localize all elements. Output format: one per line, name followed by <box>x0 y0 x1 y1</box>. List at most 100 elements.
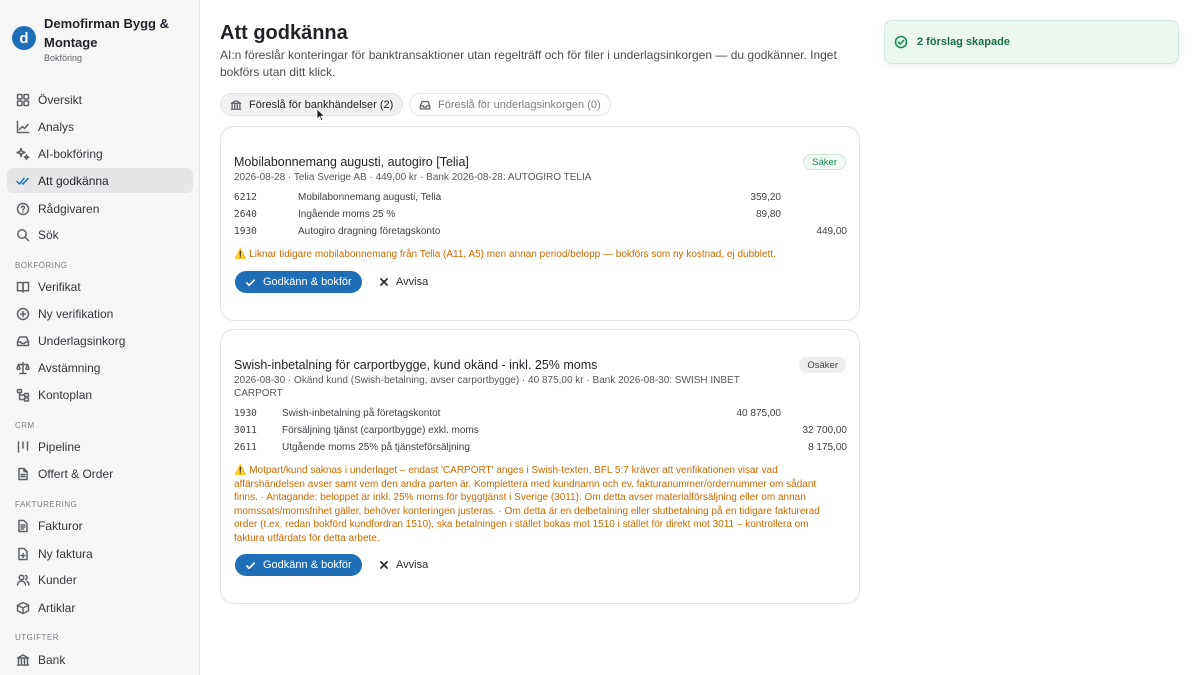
sidebar-item-label: Fakturor <box>38 518 83 533</box>
sidebar-item-label: Sök <box>38 227 59 242</box>
suggestion-card: Mobilabonnemang augusti, autogiro [Telia… <box>220 126 860 321</box>
grid-icon <box>16 93 30 107</box>
section-label-utgifter: UTGIFTER <box>15 633 59 642</box>
entry-row: 2640 Ingående moms 25 % 89,80 <box>234 207 847 224</box>
bank-icon <box>230 99 242 111</box>
close-icon <box>380 278 388 286</box>
section-label-crm: CRM <box>15 421 35 430</box>
sidebar-item-analys[interactable]: Analys <box>7 114 193 139</box>
entry-text: Autogiro dragning företagskonto <box>298 226 441 237</box>
approve-button[interactable]: Godkänn & bokför <box>235 554 362 576</box>
sidebar-item-label: Ny verifikation <box>38 306 114 321</box>
chat-help-icon <box>16 202 30 216</box>
bank-icon <box>16 653 30 667</box>
sidebar-item-label: Rådgivaren <box>38 201 100 216</box>
tab-bankhandelser[interactable]: Föreslå för bankhändelser (2) <box>220 93 404 116</box>
sidebar-item-artiklar[interactable]: Artiklar <box>7 595 193 620</box>
sidebar-item-label: Kontoplan <box>38 387 93 402</box>
debit-amount: 359,20 <box>750 192 781 203</box>
sidebar-item-underlagsinkorg[interactable]: Underlagsinkorg <box>7 328 193 353</box>
sidebar-item-pipeline[interactable]: Pipeline <box>7 434 193 459</box>
toast-message: 2 förslag skapade <box>917 36 1010 48</box>
sidebar-item-label: Offert & Order <box>38 466 114 481</box>
account-number: 2640 <box>234 209 257 220</box>
entry-text: Utgående moms 25% på tjänsteförsäljning <box>282 442 470 453</box>
check-icon <box>246 561 255 569</box>
entry-text: Swish-inbetalning på företagskontot <box>282 408 441 419</box>
tree-icon <box>16 388 30 402</box>
mouse-cursor-icon <box>316 108 326 122</box>
warning-text: ⚠️ Motpart/kund saknas i underlaget – en… <box>234 465 820 544</box>
sidebar-item-ny-faktura[interactable]: Ny faktura <box>7 541 193 566</box>
sidebar-item-radgivaren[interactable]: Rådgivaren <box>7 196 193 221</box>
sidebar-item-label: Avstämning <box>38 360 101 375</box>
entry-row: 1930 Autogiro dragning företagskonto 449… <box>234 224 847 241</box>
sidebar-item-label: Artiklar <box>38 600 76 615</box>
account-number: 3011 <box>234 425 257 436</box>
sidebar-item-label: Analys <box>38 119 75 134</box>
confidence-badge: Säker <box>803 154 846 170</box>
warning-text: ⚠️ Liknar tidigare mobilabonnemang från … <box>234 249 776 260</box>
document-icon <box>16 467 30 481</box>
confidence-badge: Osäker <box>799 357 846 373</box>
invoice-icon <box>16 519 30 533</box>
users-icon <box>16 573 30 587</box>
close-icon <box>380 561 388 569</box>
account-number: 2611 <box>234 442 257 453</box>
sidebar-item-fakturor[interactable]: Fakturor <box>7 513 193 538</box>
reject-label: Avvisa <box>396 559 429 571</box>
tab-label: Föreslå för underlagsinkorgen (0) <box>438 98 601 111</box>
credit-amount: 449,00 <box>816 226 847 237</box>
approve-label: Godkänn & bokför <box>263 559 352 571</box>
entry-row: 1930 Swish-inbetalning på företagskontot… <box>234 406 847 423</box>
inbox-icon <box>419 99 431 111</box>
sidebar-item-label: Verifikat <box>38 279 81 294</box>
sidebar-item-avstamning[interactable]: Avstämning <box>7 355 193 380</box>
search-icon <box>16 228 30 242</box>
credit-amount: 32 700,00 <box>802 425 848 436</box>
approve-button[interactable]: Godkänn & bokför <box>235 271 362 293</box>
company-logo: d <box>12 26 36 50</box>
sidebar-item-label: Underlagsinkorg <box>38 333 126 348</box>
sidebar-item-ai-bokforing[interactable]: AI-bokföring <box>7 141 193 166</box>
inbox-icon <box>16 334 30 348</box>
sidebar-item-bank[interactable]: Bank <box>7 647 193 672</box>
card-meta: 2026-08-30 · Okänd kund (Swish-betalning… <box>234 375 740 399</box>
sidebar-item-kontoplan[interactable]: Kontoplan <box>7 382 193 407</box>
account-number: 1930 <box>234 408 257 419</box>
entry-row: 2611 Utgående moms 25% på tjänsteförsälj… <box>234 440 847 457</box>
sidebar-item-offert-order[interactable]: Offert & Order <box>7 461 193 486</box>
account-number: 1930 <box>234 226 257 237</box>
sidebar-item-oversikt[interactable]: Översikt <box>7 87 193 112</box>
suggestion-card: Swish-inbetalning för carportbygge, kund… <box>220 329 860 604</box>
entry-row: 3011 Försäljning tjänst (carportbygge) e… <box>234 423 847 440</box>
entry-row: 6212 Mobilabonnemang augusti, Telia 359,… <box>234 190 847 207</box>
double-check-icon <box>16 174 30 188</box>
box-icon <box>16 601 30 615</box>
tab-underlagsinkorgen[interactable]: Föreslå för underlagsinkorgen (0) <box>409 93 611 116</box>
credit-amount: 8 175,00 <box>808 442 847 453</box>
sidebar-item-kunder[interactable]: Kunder <box>7 567 193 592</box>
sidebar-item-label: Kunder <box>38 572 77 587</box>
sparkle-icon <box>16 147 30 161</box>
chart-icon <box>16 120 30 134</box>
sidebar-item-ny-verifikation[interactable]: Ny verifikation <box>7 301 193 326</box>
sidebar-item-label: Att godkänna <box>38 173 109 188</box>
file-plus-icon <box>16 547 30 561</box>
card-meta: 2026-08-28 · Telia Sverige AB · 449,00 k… <box>234 172 592 183</box>
company-subtitle: Bokföring <box>44 53 83 63</box>
plus-circle-icon <box>16 307 30 321</box>
sidebar-item-label: AI-bokföring <box>38 146 103 161</box>
brand[interactable]: d Demofirman Bygg & Montage Bokföring <box>0 0 199 80</box>
sidebar-item-verifikat[interactable]: Verifikat <box>7 274 193 299</box>
sidebar-item-sok[interactable]: Sök <box>7 222 193 247</box>
reject-button[interactable]: Avvisa <box>379 554 428 576</box>
debit-amount: 89,80 <box>755 209 781 220</box>
entry-text: Mobilabonnemang augusti, Telia <box>298 192 442 203</box>
reject-label: Avvisa <box>396 276 429 288</box>
sidebar-item-label: Pipeline <box>38 439 81 454</box>
reject-button[interactable]: Avvisa <box>379 271 428 293</box>
account-number: 6212 <box>234 192 257 203</box>
section-label-bokforing: BOKFÖRING <box>15 261 68 270</box>
sidebar-item-att-godkanna[interactable]: Att godkänna <box>7 168 193 193</box>
